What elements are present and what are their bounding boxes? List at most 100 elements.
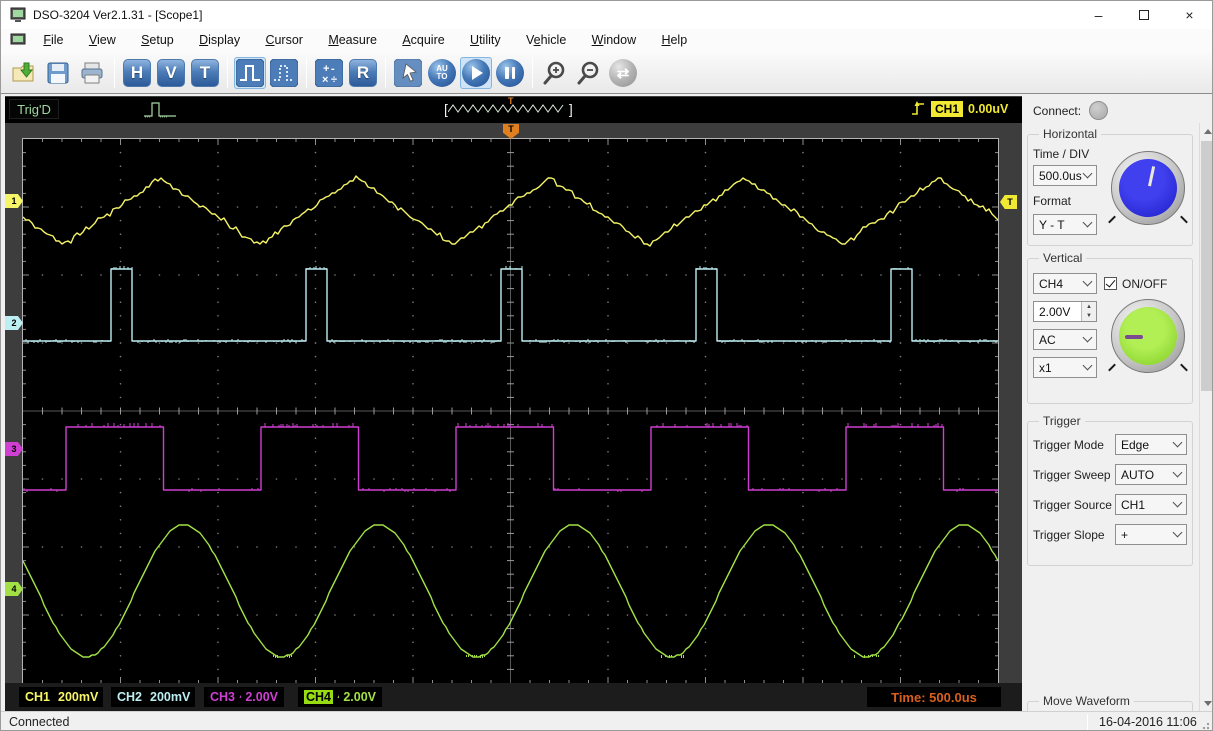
spinner-down-button[interactable]: ▼ <box>1082 311 1096 321</box>
horizontal-setup-button[interactable]: H <box>121 57 153 89</box>
transfer-icon: ⇄ <box>609 59 637 87</box>
cursor-button[interactable] <box>392 57 424 89</box>
channel3-status[interactable]: CH3 2.00V <box>204 687 284 707</box>
maximize-icon <box>1138 10 1149 20</box>
save-button[interactable] <box>42 57 74 89</box>
zoom-out-button[interactable] <box>573 57 605 89</box>
chevron-down-icon <box>1082 332 1093 343</box>
chevron-down-icon <box>1082 276 1093 287</box>
panel-scrollbar[interactable] <box>1199 123 1212 711</box>
trigger-sweep-select[interactable]: AUTO <box>1115 464 1187 485</box>
scrollbar-thumb[interactable] <box>1201 141 1212 391</box>
coupling-select[interactable]: AC <box>1033 329 1097 350</box>
trigger-source-select[interactable]: CH1 <box>1115 494 1187 515</box>
channel4-status[interactable]: CH4 2.00V <box>298 687 382 707</box>
trigger-setup-button[interactable]: T <box>189 57 221 89</box>
h-icon: H <box>123 59 151 87</box>
printer-icon <box>81 62 103 84</box>
trigger-group-title: Trigger <box>1039 414 1085 428</box>
probe-select[interactable]: x1 <box>1033 357 1097 378</box>
menu-item-cursor[interactable]: Cursor <box>254 29 314 53</box>
pulse-train-button[interactable] <box>268 57 300 89</box>
preview-trigger-marker: T <box>508 96 514 106</box>
knob-indicator <box>1125 334 1143 339</box>
trigger-level-value: 0.00uV <box>968 101 1009 116</box>
connect-indicator <box>1089 101 1109 120</box>
channel-scale: 200mV <box>150 690 191 704</box>
toolbar: H V T + - × ÷ R AU TO ⇄ <box>1 53 1212 94</box>
menu-item-utility[interactable]: Utility <box>459 29 512 53</box>
zoom-in-button[interactable] <box>539 57 571 89</box>
mdi-child-icon <box>10 33 26 45</box>
trigger-mode-select[interactable]: Edge <box>1115 434 1187 455</box>
window-title: DSO-3204 Ver2.1.31 - [Scope1] <box>33 8 203 22</box>
resize-grip[interactable] <box>1202 720 1212 730</box>
horizontal-knob-face <box>1119 159 1177 217</box>
onoff-checkbox[interactable] <box>1104 277 1117 290</box>
pulse-train-icon <box>270 59 298 87</box>
menu-item-file[interactable]: File <box>32 29 74 53</box>
chevron-down-icon <box>1172 437 1183 448</box>
folder-open-icon <box>12 62 34 82</box>
menu-item-setup[interactable]: Setup <box>130 29 185 53</box>
cursor-icon <box>394 59 422 87</box>
r-icon: R <box>349 59 377 87</box>
reference-button[interactable]: R <box>347 57 379 89</box>
autoset-button[interactable]: AU TO <box>426 57 458 89</box>
onoff-label: ON/OFF <box>1122 277 1168 291</box>
trigger-pulse-icon <box>144 102 176 118</box>
math-button[interactable]: + - × ÷ <box>313 57 345 89</box>
close-button[interactable]: × <box>1167 1 1212 29</box>
pause-button[interactable] <box>494 57 526 89</box>
horizontal-group: Horizontal Time / DIV 500.0us Format Y -… <box>1027 127 1193 246</box>
channel1-status[interactable]: CH1 200mV <box>19 687 103 707</box>
format-select[interactable]: Y - T <box>1033 214 1097 235</box>
toolbar-separator <box>227 58 228 88</box>
control-panel: Connect: Horizontal Time / DIV 500.0us F… <box>1022 96 1212 721</box>
channel-scale: 2.00V <box>245 690 278 704</box>
trigger-group: Trigger Trigger Mode Edge Trigger Sweep … <box>1027 414 1193 566</box>
transfer-button[interactable]: ⇄ <box>607 57 639 89</box>
menu-item-window[interactable]: Window <box>581 29 647 53</box>
waveform-display[interactable] <box>22 138 999 684</box>
toolbar-separator <box>532 58 533 88</box>
print-button[interactable] <box>76 57 108 89</box>
channel-name: CH3 <box>210 690 236 704</box>
run-button[interactable] <box>460 57 492 89</box>
waveform-preview[interactable]: [ ] T <box>444 96 581 118</box>
trigger-slope-select[interactable]: + <box>1115 524 1187 545</box>
floppy-icon <box>47 62 69 84</box>
t-icon: T <box>191 59 219 87</box>
trigger-slope-label: Trigger Slope <box>1033 528 1105 542</box>
vertical-setup-button[interactable]: V <box>155 57 187 89</box>
ac-coupling-icon <box>337 694 340 699</box>
open-button[interactable] <box>8 57 40 89</box>
trigger-mode-label: Trigger Mode <box>1033 438 1104 452</box>
menu-item-measure[interactable]: Measure <box>317 29 388 53</box>
channel2-status[interactable]: CH2 200mV <box>111 687 195 707</box>
horizontal-knob[interactable] <box>1108 151 1188 225</box>
rising-edge-icon <box>912 101 924 115</box>
knob-indicator <box>1148 166 1155 187</box>
volts-div-spinner[interactable]: 2.00V ▲ ▼ <box>1033 301 1097 322</box>
menu-item-vehicle[interactable]: Vehicle <box>515 29 577 53</box>
spinner-up-button[interactable]: ▲ <box>1082 302 1096 312</box>
menu-item-view[interactable]: View <box>78 29 127 53</box>
menu-item-acquire[interactable]: Acquire <box>391 29 455 53</box>
single-pulse-button[interactable] <box>234 57 266 89</box>
time-per-div-readout: Time: 500.0us <box>867 687 1001 707</box>
channel-select[interactable]: CH4 <box>1033 273 1097 294</box>
menu-item-help[interactable]: Help <box>650 29 698 53</box>
time-div-select[interactable]: 500.0us <box>1033 165 1097 186</box>
toolbar-separator <box>306 58 307 88</box>
vertical-knob[interactable] <box>1108 299 1188 373</box>
app-icon <box>10 7 26 22</box>
minimize-button[interactable]: – <box>1076 1 1121 29</box>
scroll-up-button[interactable] <box>1200 123 1212 139</box>
maximize-button[interactable] <box>1121 1 1166 29</box>
trigger-channel-badge: CH1 <box>931 100 964 117</box>
scroll-down-button[interactable] <box>1200 695 1212 711</box>
menu-item-display[interactable]: Display <box>188 29 251 53</box>
title-bar[interactable]: DSO-3204 Ver2.1.31 - [Scope1] – × <box>1 1 1212 29</box>
magnifier-minus-icon <box>577 61 599 85</box>
